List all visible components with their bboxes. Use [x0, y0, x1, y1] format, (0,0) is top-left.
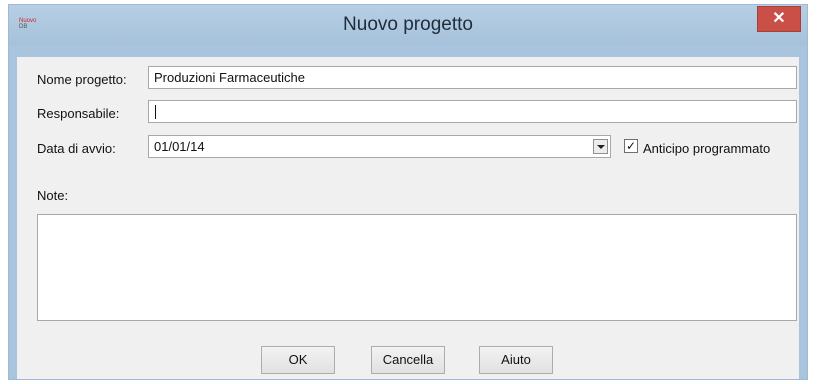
help-button[interactable]: Aiuto	[479, 346, 553, 374]
ok-button[interactable]: OK	[261, 346, 335, 374]
start-date-combobox[interactable]: 01/01/14	[148, 135, 611, 158]
title-bar[interactable]: Nuovo DB Nuovo progetto ✕	[9, 5, 807, 45]
notes-label: Note:	[37, 188, 69, 203]
cancel-button[interactable]: Cancella	[371, 346, 445, 374]
start-date-label: Data di avvio:	[37, 141, 116, 156]
dialog-body: Nome progetto: Produzioni Farmaceutiche …	[17, 57, 799, 379]
advance-checkbox[interactable]: ✓	[624, 139, 638, 153]
manager-label: Responsabile:	[37, 106, 120, 121]
project-name-input[interactable]: Produzioni Farmaceutiche	[148, 66, 797, 89]
dialog-title: Nuovo progetto	[343, 14, 473, 35]
project-name-label: Nome progetto:	[37, 72, 127, 87]
chevron-down-icon[interactable]	[593, 139, 608, 154]
start-date-value: 01/01/14	[154, 139, 205, 154]
manager-input[interactable]	[148, 100, 797, 123]
close-icon: ✕	[772, 10, 786, 27]
dialog-window: Nuovo DB Nuovo progetto ✕ Nome progetto:…	[8, 4, 808, 380]
text-cursor	[155, 105, 156, 119]
close-button[interactable]: ✕	[757, 6, 801, 32]
notes-textarea[interactable]	[37, 214, 797, 321]
advance-label[interactable]: Anticipo programmato	[643, 141, 770, 156]
